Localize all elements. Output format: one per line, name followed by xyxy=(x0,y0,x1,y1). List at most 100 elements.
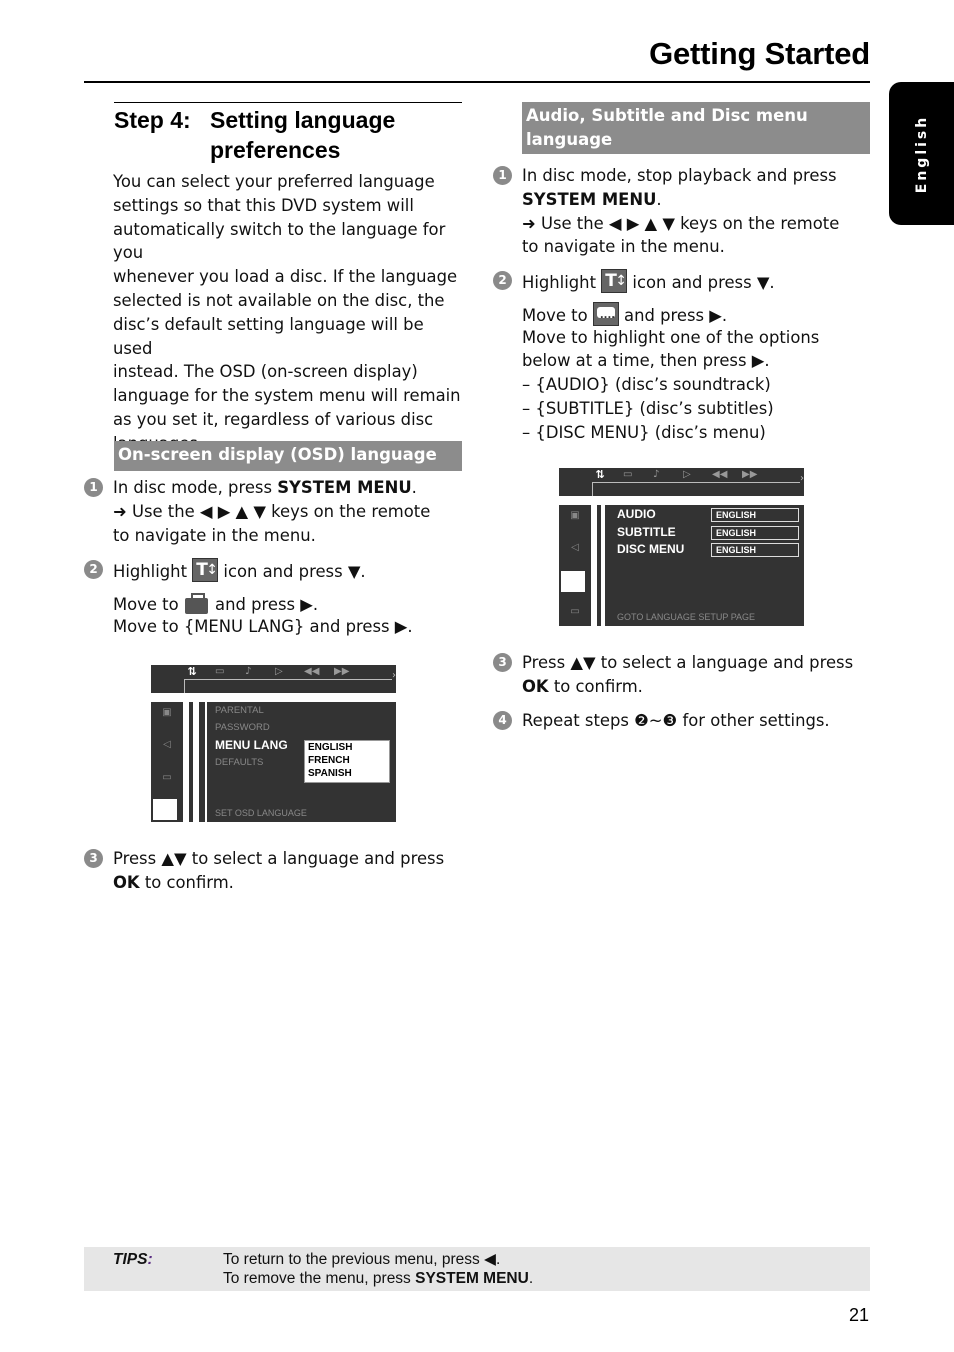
step-text: below at a time, then press ▶. xyxy=(522,351,770,371)
language-options-popup: ENGLISH FRENCH SPANISH xyxy=(304,740,390,783)
step-bullet: 3 xyxy=(84,849,103,868)
general-setup-bag-icon: ▭ xyxy=(570,606,580,617)
general-setup-bag-icon-selected[interactable] xyxy=(153,799,177,820)
tips-box: TIPS: To return to the previous menu, pr… xyxy=(84,1247,870,1291)
page-number: 21 xyxy=(848,1305,869,1325)
disc-menu-language-value[interactable]: ENGLISH xyxy=(711,543,799,557)
step-text: In disc mode, stop playback and press xyxy=(522,166,837,185)
fast-forward-icon: ▶▶ xyxy=(334,666,350,677)
option-subtitle: – {SUBTITLE} (disc’s subtitles) xyxy=(522,398,774,418)
fast-forward-icon: ▶▶ xyxy=(742,469,758,480)
intro-line: disc’s default setting language will be … xyxy=(113,314,424,358)
option-audio: – {AUDIO} (disc’s soundtrack) xyxy=(522,375,771,395)
setup-tab-icon: ⇅ xyxy=(183,665,201,679)
step-bullet: 2 xyxy=(493,271,512,290)
osd-menu-panel: PARENTAL PASSWORD MENU LANG DEFAULTS ENG… xyxy=(207,702,396,822)
step-text: . xyxy=(411,478,417,497)
step-bullet: 1 xyxy=(84,478,103,497)
title-rule xyxy=(84,81,870,83)
left-step-2: 2 Highlight icon and press ▼. Move to an… xyxy=(84,558,464,643)
step-text: . xyxy=(656,189,662,209)
step-bullet: 3 xyxy=(493,653,512,672)
right-step-4: 4 Repeat steps ❷~❸ for other settings. xyxy=(493,709,873,735)
menu-item-defaults[interactable]: DEFAULTS xyxy=(215,757,263,769)
osd-language-setup-screen: ⇅ ▭ ♪ ▷ ◀◀ ▶▶ › ▣ ◁ ▭ AUDIO SUBTITLE DIS… xyxy=(559,468,804,626)
play-icon: ▷ xyxy=(683,469,691,480)
setup-tab-icon: ⇅ xyxy=(591,468,609,482)
left-step-1: 1 In disc mode, press SYSTEM MENU. ➜ Use… xyxy=(84,476,464,551)
subtitle-language-value[interactable]: ENGLISH xyxy=(711,526,799,540)
audio-icon: ♪ xyxy=(245,666,252,677)
step-text: to navigate in the menu. xyxy=(522,237,725,257)
step-text: Press ▲▼ to select a language and press xyxy=(113,849,445,868)
audio-language-value[interactable]: ENGLISH xyxy=(711,508,799,522)
step-text: to confirm. xyxy=(139,872,234,892)
right-step-1: 1 In disc mode, stop playback and press … xyxy=(493,164,873,264)
step-text: to navigate in the menu. xyxy=(113,525,316,545)
key-name: SYSTEM MENU xyxy=(277,478,412,497)
menu-item-audio[interactable]: AUDIO xyxy=(617,508,656,520)
intro-line: as you set it, regardless of various dis… xyxy=(113,409,434,429)
tip-line: To return to the previous menu, press ◀. xyxy=(223,1251,501,1268)
step-text: and press ▶. xyxy=(209,594,319,614)
menu-item-disc-menu[interactable]: DISC MENU xyxy=(617,543,684,555)
setup-tools-icon xyxy=(601,269,628,293)
intro-line: selected is not available on the disc, t… xyxy=(113,290,445,310)
menu-item-password[interactable]: PASSWORD xyxy=(215,722,270,734)
page-title: Getting Started xyxy=(649,36,870,71)
option-english[interactable]: ENGLISH xyxy=(308,741,386,754)
menu-item-subtitle[interactable]: SUBTITLE xyxy=(617,526,676,538)
step-text: icon and press ▼. xyxy=(627,273,775,292)
left-step-3: 3 Press ▲▼ to select a language and pres… xyxy=(84,847,464,897)
osd-top-bar: ⇅ ▭ ♪ ▷ ◀◀ ▶▶ › xyxy=(151,665,396,693)
speaker-icon: ◁ xyxy=(163,739,171,750)
tips-text: To return to the previous menu, press ◀.… xyxy=(223,1250,533,1288)
intro-line: whenever you load a disc. If the languag… xyxy=(113,267,458,287)
osd-footer-hint: SET OSD LANGUAGE xyxy=(215,808,307,818)
menu-item-parental[interactable]: PARENTAL xyxy=(215,705,264,717)
step-text: Move to xyxy=(113,594,184,614)
option-spanish[interactable]: SPANISH xyxy=(308,767,386,780)
setup-tools-icon xyxy=(192,558,219,582)
key-name: OK xyxy=(113,872,140,892)
step-title-line1: Setting language xyxy=(210,107,396,133)
parental-icon: ▣ xyxy=(162,707,172,718)
step-text: to confirm. xyxy=(548,676,643,696)
chevron-right-icon: › xyxy=(800,473,804,484)
osd-side-bar: ▣ ◁ ▭ xyxy=(559,505,591,626)
step-text: ➜ Use the ◀ ▶ ▲ ▼ keys on the remote xyxy=(522,213,840,233)
step-text: ➜ Use the ◀ ▶ ▲ ▼ keys on the remote xyxy=(113,501,431,521)
right-step-2: 2 Highlight icon and press ▼. Move to an… xyxy=(493,269,873,449)
section-title-line2: language xyxy=(526,130,613,149)
step-heading: Step 4: Setting language preferences xyxy=(114,102,462,165)
intro-paragraph: You can select your preferred language s… xyxy=(113,170,465,456)
audio-subtitle-section-title: Audio, Subtitle and Disc menu language xyxy=(522,102,870,154)
step-text: Highlight xyxy=(113,562,193,581)
step-text: Move to xyxy=(522,305,593,325)
language-bubble-icon-selected[interactable] xyxy=(561,571,585,592)
section-title-line1: Audio, Subtitle and Disc menu xyxy=(526,106,808,125)
key-name: OK xyxy=(522,676,549,696)
language-tab: English xyxy=(889,82,954,225)
step-text: Repeat steps ❷~❸ for other settings. xyxy=(522,711,830,730)
option-french[interactable]: FRENCH xyxy=(308,754,386,767)
step-text: Move to {MENU LANG} and press ▶. xyxy=(113,616,413,636)
tips-label: TIPS: xyxy=(113,1251,153,1268)
step-text: Move to highlight one of the options xyxy=(522,327,820,347)
step-title-line2: preferences xyxy=(210,137,341,163)
option-disc-menu: – {DISC MENU} (disc’s menu) xyxy=(522,422,766,442)
language-tab-label: English xyxy=(913,114,930,193)
general-setup-bag-icon xyxy=(183,590,210,615)
audio-icon: ♪ xyxy=(653,469,660,480)
osd-footer-hint: GOTO LANGUAGE SETUP PAGE xyxy=(617,612,756,622)
menu-item-menu-lang[interactable]: MENU LANG xyxy=(215,739,288,751)
step-text: and press ▶. xyxy=(618,305,728,325)
play-icon: ▷ xyxy=(275,666,283,677)
osd-language-section-title: On-screen display (OSD) language xyxy=(114,441,462,471)
rewind-icon: ◀◀ xyxy=(304,666,320,677)
speaker-icon: ◁ xyxy=(571,542,579,553)
step-text: Highlight xyxy=(522,273,602,292)
tip-line: To remove the menu, press SYSTEM MENU. xyxy=(223,1270,534,1287)
rewind-icon: ◀◀ xyxy=(712,469,728,480)
step-text: Press ▲▼ to select a language and press xyxy=(522,653,854,672)
